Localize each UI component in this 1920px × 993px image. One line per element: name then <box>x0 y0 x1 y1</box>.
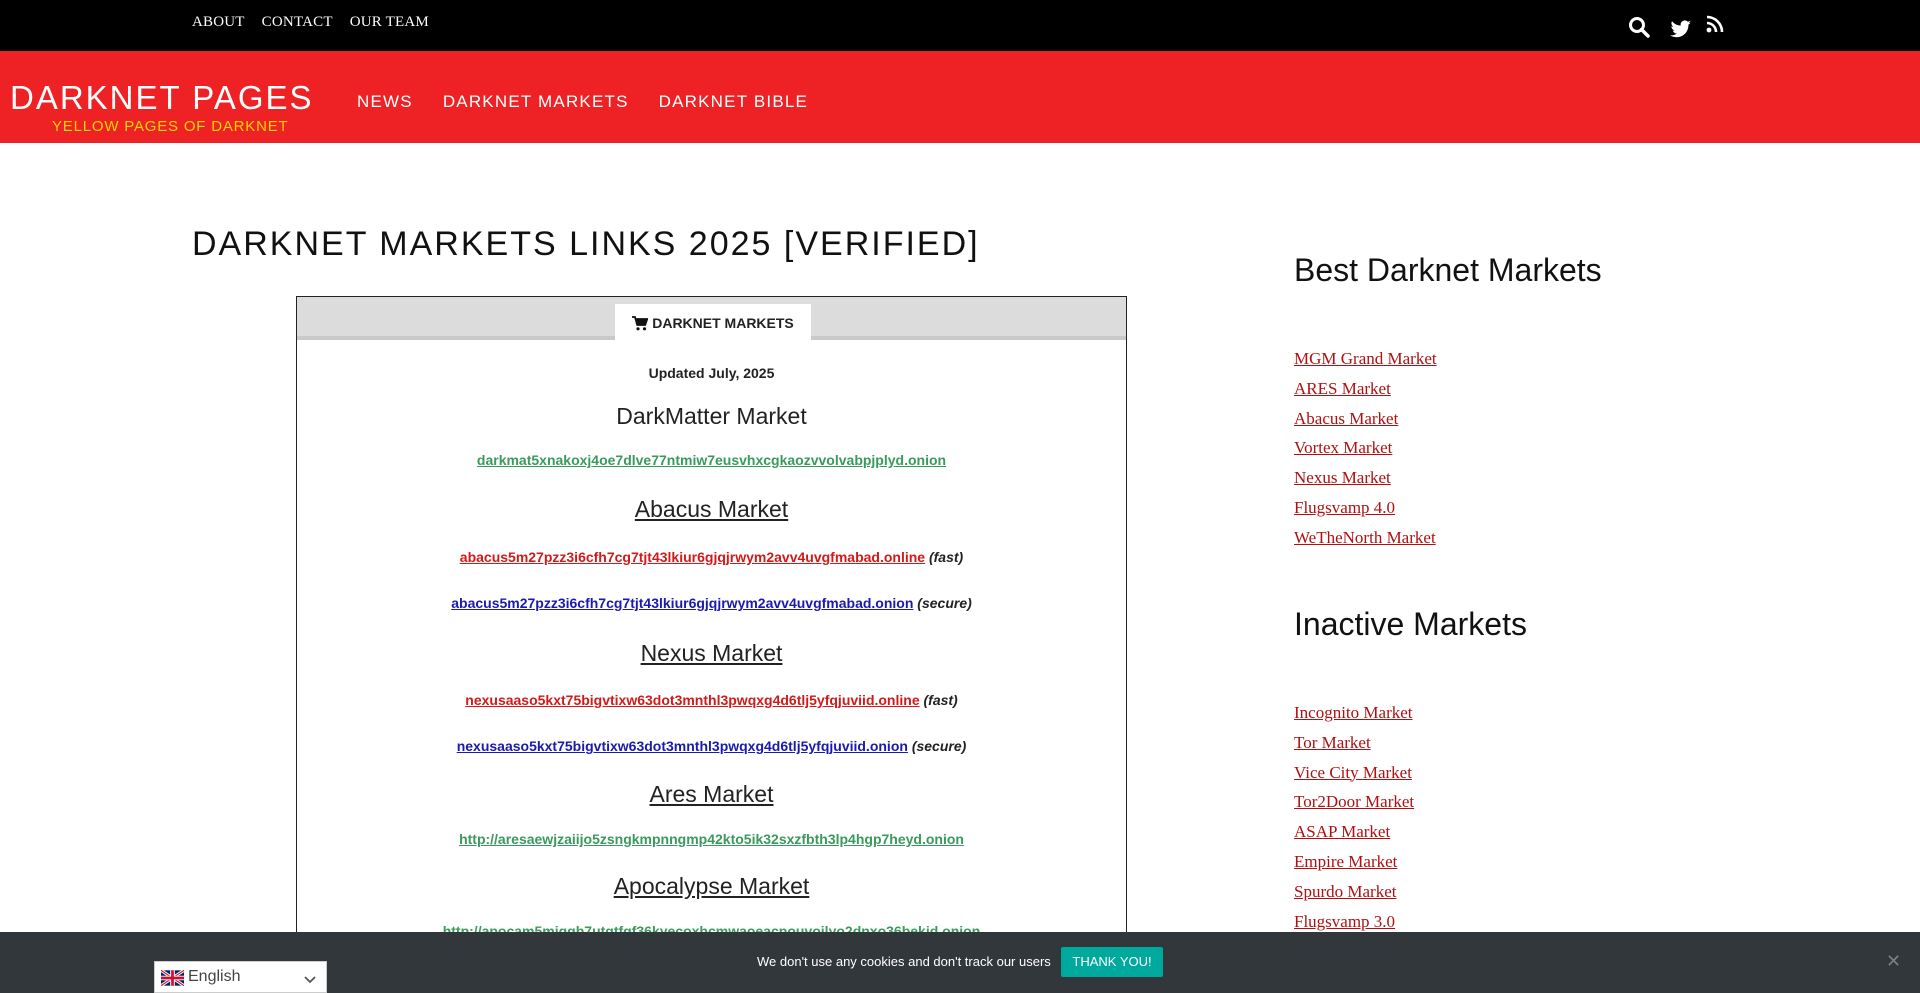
top-nav: ABOUT CONTACT OUR TEAM <box>192 14 429 31</box>
market-name: Nexus Market <box>297 640 1126 667</box>
market-name: DarkMatter Market <box>616 403 807 429</box>
site-tagline: YELLOW PAGES OF DARKNET <box>52 118 289 135</box>
market-link-fast[interactable]: nexusaaso5kxt75bigvtixw63dot3mnthl3pwqxg… <box>465 692 919 708</box>
list-item: WeTheNorth Market <box>1294 523 1437 553</box>
chevron-down-icon <box>303 972 317 990</box>
top-nav-about[interactable]: ABOUT <box>192 14 245 31</box>
main-nav: NEWS DARKNET MARKETS DARKNET BIBLE <box>357 92 808 112</box>
sidebar-link[interactable]: Incognito Market <box>1294 703 1413 722</box>
market-name-link[interactable]: Nexus Market <box>641 640 783 666</box>
market-link-row: darkmat5xnakoxj4oe7dlve77ntmiw7eusvhxcgk… <box>297 452 1126 468</box>
page-title: DARKNET MARKETS LINKS 2025 [VERIFIED] <box>192 225 980 263</box>
sidebar-link[interactable]: MGM Grand Market <box>1294 349 1437 368</box>
top-nav-contact[interactable]: CONTACT <box>262 14 333 31</box>
link-note: (secure) <box>917 595 972 611</box>
tab-strip: DARKNET MARKETS <box>297 297 1126 344</box>
sidebar-link[interactable]: Vice City Market <box>1294 763 1412 782</box>
sidebar-link[interactable]: Nexus Market <box>1294 468 1391 487</box>
market-link-row: abacus5m27pzz3i6cfh7cg7tjt43lkiur6gjqjrw… <box>297 549 1126 565</box>
market-link-secure[interactable]: nexusaaso5kxt75bigvtixw63dot3mnthl3pwqxg… <box>457 738 908 754</box>
top-icons <box>1626 14 1731 40</box>
sidebar-link[interactable]: Tor Market <box>1294 733 1371 752</box>
link-note: (secure) <box>911 738 967 754</box>
market-name: Abacus Market <box>297 496 1126 523</box>
list-item: Abacus Market <box>1294 404 1437 434</box>
close-icon[interactable]: ✕ <box>1886 951 1901 972</box>
cart-icon <box>632 316 649 331</box>
sidebar-link[interactable]: Flugsvamp 3.0 <box>1294 912 1395 931</box>
main-nav-news[interactable]: NEWS <box>357 92 413 112</box>
list-item: Tor Market <box>1294 728 1414 758</box>
uk-flag-icon <box>160 969 185 991</box>
market-name: Apocalypse Market <box>297 873 1126 900</box>
list-item: ASAP Market <box>1294 817 1414 847</box>
search-icon[interactable] <box>1628 16 1650 43</box>
market-link-row: http://aresaewjzaiijo5zsngkmpnngmp42kto5… <box>297 831 1126 847</box>
sidebar-link[interactable]: Spurdo Market <box>1294 882 1396 901</box>
tab-darknet-markets[interactable]: DARKNET MARKETS <box>615 304 811 344</box>
language-selector[interactable]: English <box>154 961 327 993</box>
market-link[interactable]: darkmat5xnakoxj4oe7dlve77ntmiw7eusvhxcgk… <box>477 452 946 468</box>
list-item: ARES Market <box>1294 374 1437 404</box>
sidebar-link[interactable]: WeTheNorth Market <box>1294 528 1436 547</box>
list-item: Spurdo Market <box>1294 877 1414 907</box>
market-link-fast[interactable]: abacus5m27pzz3i6cfh7cg7tjt43lkiur6gjqjrw… <box>460 549 925 565</box>
top-bar: ABOUT CONTACT OUR TEAM <box>0 0 1920 51</box>
market-name-link[interactable]: Apocalypse Market <box>614 873 810 899</box>
sidebar-link[interactable]: Vortex Market <box>1294 438 1392 457</box>
sidebar-heading-best: Best Darknet Markets <box>1294 252 1602 288</box>
site-logo-title[interactable]: DARKNET PAGES <box>10 79 314 117</box>
market-name: Ares Market <box>297 781 1126 808</box>
list-item: Vortex Market <box>1294 433 1437 463</box>
sidebar-best-list: MGM Grand Market ARES Market Abacus Mark… <box>1294 344 1437 553</box>
site-header: DARKNET PAGES YELLOW PAGES OF DARKNET NE… <box>0 51 1920 143</box>
list-item: MGM Grand Market <box>1294 344 1437 374</box>
updated-date: Updated July, 2025 <box>648 365 775 381</box>
top-nav-our-team[interactable]: OUR TEAM <box>350 14 429 31</box>
main-nav-darknet-markets[interactable]: DARKNET MARKETS <box>443 92 629 112</box>
sidebar-heading-inactive: Inactive Markets <box>1294 606 1527 642</box>
rss-icon[interactable] <box>1706 15 1724 38</box>
sidebar-link[interactable]: Abacus Market <box>1294 409 1398 428</box>
market-link-row: nexusaaso5kxt75bigvtixw63dot3mnthl3pwqxg… <box>297 692 1126 708</box>
market-link-row: nexusaaso5kxt75bigvtixw63dot3mnthl3pwqxg… <box>297 738 1126 754</box>
cookie-notice-text: We don't use any cookies and don't track… <box>757 954 1051 969</box>
list-item: Tor2Door Market <box>1294 787 1414 817</box>
cookie-accept-button[interactable]: THANK YOU! <box>1061 947 1163 977</box>
link-note: (fast) <box>928 549 964 565</box>
sidebar-link[interactable]: Empire Market <box>1294 852 1397 871</box>
list-item: Empire Market <box>1294 847 1414 877</box>
list-item: Flugsvamp 4.0 <box>1294 493 1437 523</box>
markets-tab-box: DARKNET MARKETS Updated July, 2025 DarkM… <box>296 296 1127 993</box>
link-note: (fast) <box>923 692 958 708</box>
market-link-row: abacus5m27pzz3i6cfh7cg7tjt43lkiur6gjqjrw… <box>297 595 1126 611</box>
list-item: Vice City Market <box>1294 758 1414 788</box>
tab-label: DARKNET MARKETS <box>652 315 794 331</box>
list-item: Incognito Market <box>1294 698 1414 728</box>
sidebar-link[interactable]: Flugsvamp 4.0 <box>1294 498 1395 517</box>
market-name-link[interactable]: Ares Market <box>650 781 774 807</box>
market-link[interactable]: http://aresaewjzaiijo5zsngkmpnngmp42kto5… <box>459 831 964 847</box>
sidebar-link[interactable]: ARES Market <box>1294 379 1391 398</box>
main-nav-darknet-bible[interactable]: DARKNET BIBLE <box>659 92 808 112</box>
sidebar-link[interactable]: Tor2Door Market <box>1294 792 1414 811</box>
language-label: English <box>188 968 241 985</box>
market-link-secure[interactable]: abacus5m27pzz3i6cfh7cg7tjt43lkiur6gjqjrw… <box>451 595 913 611</box>
list-item: Nexus Market <box>1294 463 1437 493</box>
market-name-link[interactable]: Abacus Market <box>635 496 788 522</box>
sidebar-link[interactable]: ASAP Market <box>1294 822 1390 841</box>
sidebar-inactive-list: Incognito Market Tor Market Vice City Ma… <box>1294 698 1414 936</box>
twitter-icon[interactable] <box>1670 20 1692 44</box>
